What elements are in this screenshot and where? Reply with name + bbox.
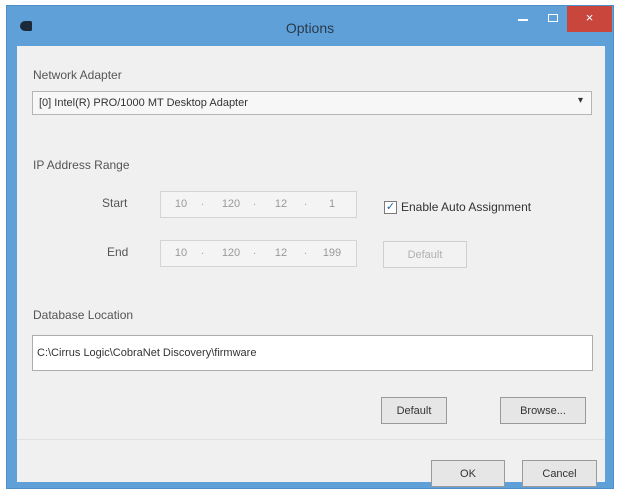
minimize-icon <box>518 19 528 21</box>
dropdown-arrow-icon: ▾ <box>577 95 583 106</box>
ip-dot: . <box>253 196 257 208</box>
database-location-label: Database Location <box>33 308 134 322</box>
ip-dot: . <box>253 245 257 257</box>
title-bar[interactable]: Options × <box>7 6 613 46</box>
ip-dot: . <box>201 245 205 257</box>
close-icon: × <box>585 10 594 25</box>
ip-range-label: IP Address Range <box>33 158 130 172</box>
ip-dot: . <box>201 196 205 208</box>
options-window: Options × Network Adapter [0] Intel(R) P… <box>6 5 614 489</box>
start-label: Start <box>102 196 128 210</box>
close-button[interactable]: × <box>567 6 612 32</box>
end-ip-octet-2[interactable]: 120 <box>216 247 246 259</box>
start-ip-octet-2[interactable]: 120 <box>216 198 246 210</box>
browse-button[interactable]: Browse... <box>500 397 586 424</box>
auto-assign-checkbox[interactable]: ✓ <box>384 201 397 214</box>
minimize-button[interactable] <box>506 6 540 32</box>
end-ip-octet-3[interactable]: 12 <box>266 247 296 259</box>
start-ip-octet-3[interactable]: 12 <box>266 198 296 210</box>
dialog-client: Network Adapter [0] Intel(R) PRO/1000 MT… <box>17 46 605 487</box>
network-adapter-select[interactable]: [0] Intel(R) PRO/1000 MT Desktop Adapter… <box>32 91 592 115</box>
cancel-button[interactable]: Cancel <box>522 460 597 487</box>
auto-assign-label[interactable]: Enable Auto Assignment <box>401 200 531 214</box>
end-ip-octet-4[interactable]: 199 <box>317 247 347 259</box>
range-default-button[interactable]: Default <box>383 241 467 268</box>
database-path-input[interactable] <box>32 335 593 371</box>
ip-dot: . <box>304 245 308 257</box>
ok-button[interactable]: OK <box>431 460 505 487</box>
start-ip-octet-1[interactable]: 10 <box>166 198 196 210</box>
start-ip-input[interactable]: 10 . 120 . 12 . 1 <box>160 191 357 218</box>
end-ip-input[interactable]: 10 . 120 . 12 . 199 <box>160 240 357 267</box>
network-adapter-value: [0] Intel(R) PRO/1000 MT Desktop Adapter <box>39 97 248 109</box>
separator <box>17 439 605 440</box>
maximize-icon <box>548 14 558 22</box>
end-label: End <box>107 245 129 259</box>
end-ip-octet-1[interactable]: 10 <box>166 247 196 259</box>
start-ip-octet-4[interactable]: 1 <box>317 198 347 210</box>
db-default-button[interactable]: Default <box>381 397 447 424</box>
maximize-button[interactable] <box>540 6 567 32</box>
ip-dot: . <box>304 196 308 208</box>
network-adapter-label: Network Adapter <box>33 68 122 82</box>
